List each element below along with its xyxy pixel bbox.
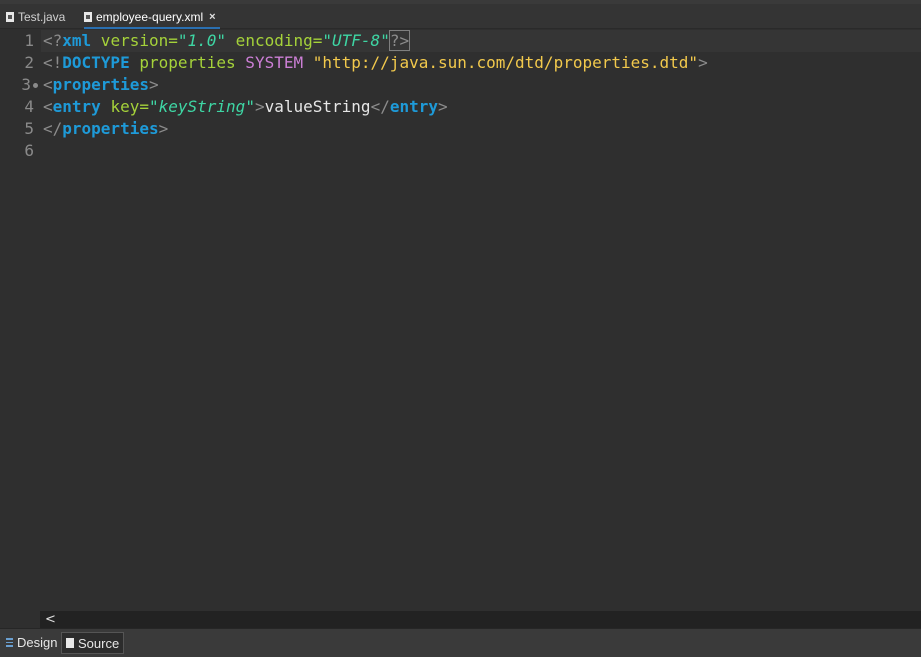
attr-key: key	[100, 97, 140, 116]
code-line-2[interactable]: <!DOCTYPE properties SYSTEM "http://java…	[43, 52, 708, 74]
xml-file-icon	[84, 12, 92, 22]
end-tag-properties: properties	[62, 119, 159, 138]
tab-label: Test.java	[18, 10, 66, 24]
tag-properties: properties	[52, 75, 149, 94]
horizontal-scrollbar[interactable]: <	[40, 611, 921, 628]
end-tag-close: >	[438, 97, 448, 116]
doctype-url: "http://java.sun.com/dtd/properties.dtd"	[303, 53, 699, 72]
equals: =	[312, 31, 323, 50]
end-tag-close: >	[158, 119, 169, 138]
line-number-gutter: 1 2 3 4 5 6	[0, 29, 40, 611]
tag-entry: entry	[52, 97, 101, 116]
java-file-icon	[6, 12, 14, 22]
tab-test-java[interactable]: Test.java	[6, 7, 65, 27]
tab-label: Source	[78, 635, 120, 651]
attr-version: version	[91, 31, 169, 50]
tab-design[interactable]: Design	[3, 632, 60, 652]
xml-editor-window: Test.java employee-query.xml × 1 2 3 4 5…	[0, 0, 921, 657]
code-line-4[interactable]: <entry key="keyString">valueString</entr…	[43, 96, 448, 118]
scroll-left-arrow-icon[interactable]: <	[45, 612, 56, 627]
doctype-system: SYSTEM	[235, 53, 304, 72]
line-number: 6	[24, 141, 34, 160]
end-tag-entry: entry	[389, 97, 438, 116]
source-view-icon	[66, 638, 74, 648]
tab-employee-query-xml[interactable]: employee-query.xml ×	[84, 7, 220, 29]
equals: =	[139, 97, 149, 116]
line-number: 4	[24, 97, 34, 116]
pi-name: xml	[62, 31, 92, 50]
code-area[interactable]: <?xml version="1.0" encoding="UTF-8"?> <…	[41, 29, 921, 611]
doctype-root: properties	[129, 53, 236, 72]
line-number: 2	[24, 53, 34, 72]
design-view-icon	[6, 637, 13, 647]
tab-source[interactable]: Source	[61, 632, 125, 654]
tag-open: <	[43, 97, 53, 116]
value-encoding: "UTF-8"	[322, 31, 390, 50]
code-line-5[interactable]: </properties>	[43, 118, 168, 140]
fold-marker-icon[interactable]	[33, 83, 38, 88]
close-tab-icon[interactable]: ×	[209, 11, 215, 23]
value-version: "1.0"	[177, 31, 227, 50]
end-tag-open: </	[43, 119, 63, 138]
attr-encoding: encoding	[226, 31, 313, 50]
text-content: valueString	[264, 97, 371, 116]
tab-label: employee-query.xml	[96, 10, 204, 24]
doctype-keyword: DOCTYPE	[62, 53, 130, 72]
equals: =	[168, 31, 178, 50]
line-number: 1	[24, 31, 34, 50]
editor-mode-tabs: Design Source	[0, 628, 921, 657]
tag-open: <	[43, 75, 53, 94]
pi-close: ?>	[388, 30, 411, 51]
doctype-open: <!	[43, 53, 63, 72]
pi-open: <?	[43, 31, 63, 50]
end-tag-open: </	[370, 97, 390, 116]
line-number: 5	[24, 119, 34, 138]
source-editor[interactable]: 1 2 3 4 5 6 <?xml version="1.0" encoding…	[0, 29, 921, 611]
doctype-close: >	[698, 53, 708, 72]
value-key: "keyString"	[148, 97, 255, 116]
code-line-1[interactable]: <?xml version="1.0" encoding="UTF-8"?>	[43, 30, 411, 52]
gutter-bottom	[0, 611, 40, 628]
tab-label: Design	[17, 634, 58, 650]
line-number: 3	[21, 75, 31, 94]
tag-close: >	[148, 75, 159, 94]
tag-close: >	[254, 97, 265, 116]
editor-tab-bar: Test.java employee-query.xml ×	[0, 4, 921, 29]
code-line-3[interactable]: <properties>	[43, 74, 159, 96]
